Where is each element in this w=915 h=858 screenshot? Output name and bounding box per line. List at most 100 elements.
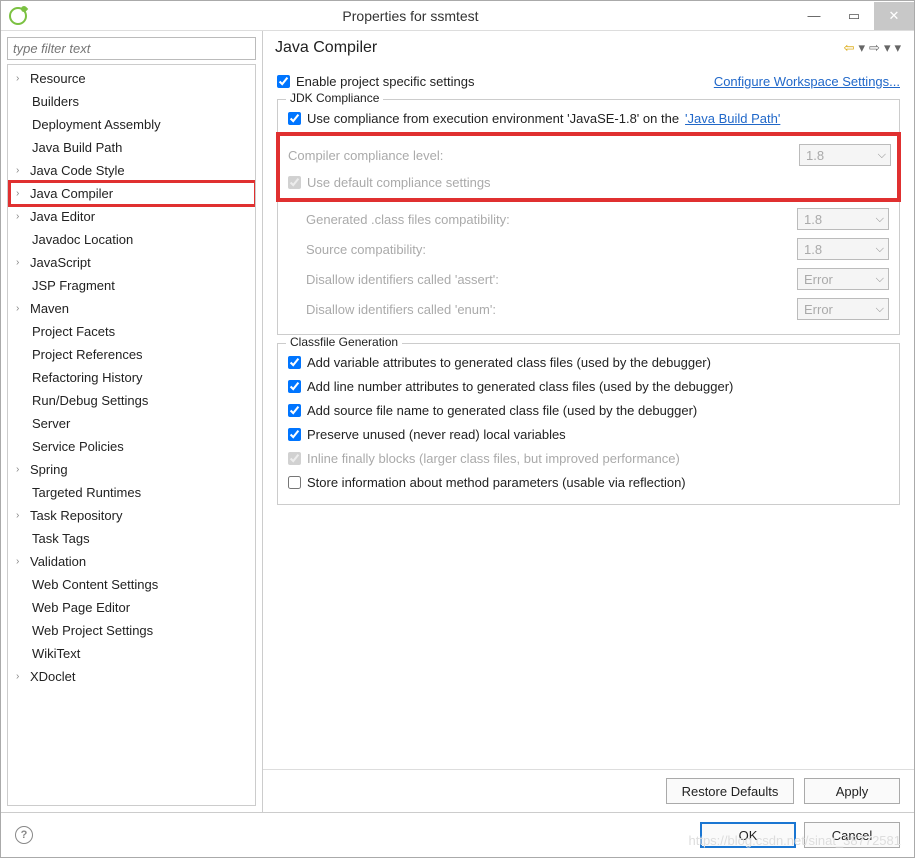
add-var-checkbox[interactable]: Add variable attributes to generated cla… [288,350,889,374]
highlighted-region: Compiler compliance level: 1.8 Use defau… [278,134,899,200]
tree-item-web-content-settings[interactable]: Web Content Settings [10,573,255,596]
tree-item-label: Resource [30,71,86,86]
tree-item-server[interactable]: Server [10,412,255,435]
nav-forward-menu-icon[interactable]: ▾ [883,40,892,56]
add-line-label: Add line number attributes to generated … [307,379,733,394]
expand-arrow-icon[interactable]: › [16,671,26,682]
tree-item-project-references[interactable]: Project References [10,343,255,366]
titlebar: Properties for ssmtest — ▭ ✕ [1,1,914,31]
add-var-label: Add variable attributes to generated cla… [307,355,711,370]
enum-label: Disallow identifiers called 'enum': [306,302,789,317]
minimize-button[interactable]: — [794,2,834,30]
nav-back-icon[interactable]: ⇦ [843,40,856,56]
apply-button[interactable]: Apply [804,778,900,804]
expand-arrow-icon[interactable]: › [16,510,26,521]
tree-item-java-code-style[interactable]: › Java Code Style [10,159,255,182]
tree-item-run-debug-settings[interactable]: Run/Debug Settings [10,389,255,412]
tree-item-label: Java Build Path [32,140,122,155]
tree-item-task-repository[interactable]: › Task Repository [10,504,255,527]
tree-item-label: Web Project Settings [32,623,153,638]
add-line-checkbox[interactable]: Add line number attributes to generated … [288,374,889,398]
compliance-level-select[interactable]: 1.8 [799,144,891,166]
maximize-button[interactable]: ▭ [834,2,874,30]
tree-item-label: Project Facets [32,324,115,339]
store-params-checkbox[interactable]: Store information about method parameter… [288,470,889,494]
tree-item-task-tags[interactable]: Task Tags [10,527,255,550]
enum-select: Error [797,298,889,320]
tree-item-label: JSP Fragment [32,278,115,293]
add-src-input[interactable] [288,404,301,417]
tree-item-project-facets[interactable]: Project Facets [10,320,255,343]
use-exec-env-input[interactable] [288,112,301,125]
store-params-input[interactable] [288,476,301,489]
preserve-input[interactable] [288,428,301,441]
configure-workspace-link[interactable]: Configure Workspace Settings... [714,74,900,89]
tree-item-spring[interactable]: › Spring [10,458,255,481]
add-var-input[interactable] [288,356,301,369]
help-icon[interactable]: ? [15,826,33,844]
tree-item-java-build-path[interactable]: Java Build Path [10,136,255,159]
expand-arrow-icon[interactable]: › [16,165,26,176]
add-line-input[interactable] [288,380,301,393]
expand-arrow-icon[interactable]: › [16,188,26,199]
nav-menu-icon[interactable]: ▾ [893,40,902,56]
tree-item-refactoring-history[interactable]: Refactoring History [10,366,255,389]
tree-item-xdoclet[interactable]: ›XDoclet [10,665,255,688]
filter-input[interactable] [7,37,256,60]
enable-project-settings-checkbox[interactable]: Enable project specific settings [277,69,714,93]
tree-item-deployment-assembly[interactable]: Deployment Assembly [10,113,255,136]
tree-item-label: Server [32,416,70,431]
assert-label: Disallow identifiers called 'assert': [306,272,789,287]
assert-select: Error [797,268,889,290]
tree-item-java-editor[interactable]: › Java Editor [10,205,255,228]
category-tree[interactable]: › Resource Builders Deployment Assembly Java… [7,64,256,806]
nav-back-menu-icon[interactable]: ▾ [858,40,867,56]
use-default-compliance-label: Use default compliance settings [307,175,491,190]
expand-arrow-icon[interactable]: › [16,464,26,475]
use-exec-env-checkbox[interactable]: Use compliance from execution environmen… [288,106,889,130]
close-button[interactable]: ✕ [874,2,914,30]
tree-item-javadoc-location[interactable]: Javadoc Location [10,228,255,251]
cancel-button[interactable]: Cancel [804,822,900,848]
nav-forward-icon[interactable]: ⇨ [868,40,881,56]
tree-item-label: Java Editor [30,209,95,224]
tree-item-service-policies[interactable]: Service Policies [10,435,255,458]
left-panel: › Resource Builders Deployment Assembly Java… [1,31,263,812]
tree-item-targeted-runtimes[interactable]: Targeted Runtimes [10,481,255,504]
tree-item-maven[interactable]: ›Maven [10,297,255,320]
tree-item-label: Builders [32,94,79,109]
add-src-checkbox[interactable]: Add source file name to generated class … [288,398,889,422]
expand-arrow-icon[interactable]: › [16,257,26,268]
window-title: Properties for ssmtest [27,8,794,24]
tree-item-label: Java Code Style [30,163,125,178]
tree-item-label: Web Content Settings [32,577,158,592]
preserve-checkbox[interactable]: Preserve unused (never read) local varia… [288,422,889,446]
tree-item-wikitext[interactable]: WikiText [10,642,255,665]
panel-title: Java Compiler [275,39,843,57]
expand-arrow-icon[interactable]: › [16,211,26,222]
enable-project-settings-input[interactable] [277,75,290,88]
expand-arrow-icon[interactable]: › [16,556,26,567]
tree-item-jsp-fragment[interactable]: JSP Fragment [10,274,255,297]
tree-item-web-project-settings[interactable]: Web Project Settings [10,619,255,642]
tree-item-web-page-editor[interactable]: Web Page Editor [10,596,255,619]
store-params-label: Store information about method parameter… [307,475,686,490]
tree-item-validation[interactable]: ›Validation [10,550,255,573]
restore-defaults-button[interactable]: Restore Defaults [666,778,794,804]
classfile-generation-group: Classfile Generation Add variable attrib… [277,343,900,505]
tree-item-label: Task Repository [30,508,122,523]
right-panel: Java Compiler ⇦ ▾ ⇨ ▾ ▾ Enable project s… [263,31,914,812]
tree-item-builders[interactable]: Builders [10,90,255,113]
ok-button[interactable]: OK [700,822,796,848]
spring-app-icon [9,7,27,25]
tree-item-java-compiler[interactable]: ›Java Compiler [10,182,255,205]
tree-item-label: Service Policies [32,439,124,454]
tree-item-resource[interactable]: › Resource [10,67,255,90]
tree-item-javascript[interactable]: ›JavaScript [10,251,255,274]
jdk-legend: JDK Compliance [286,91,383,105]
expand-arrow-icon[interactable]: › [16,73,26,84]
java-build-path-link[interactable]: 'Java Build Path' [685,111,780,126]
tree-item-label: Spring [30,462,68,477]
tree-item-label: Web Page Editor [32,600,130,615]
expand-arrow-icon[interactable]: › [16,303,26,314]
